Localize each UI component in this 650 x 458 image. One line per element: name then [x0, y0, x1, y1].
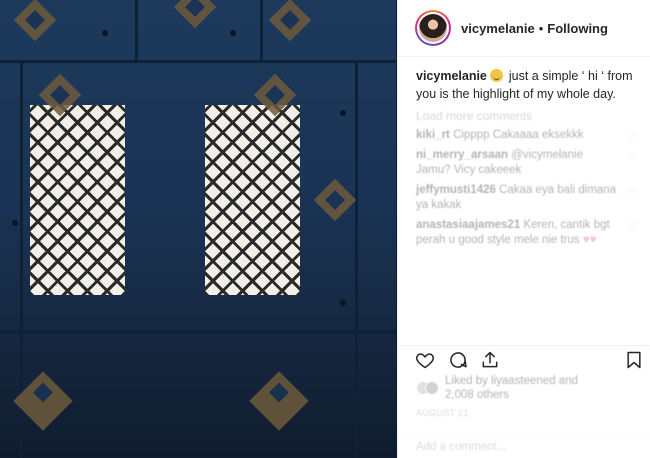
- door-panel-line: [355, 60, 358, 458]
- comment-like-heart-icon[interactable]: ♡: [628, 186, 638, 201]
- lattice-window-left: [30, 105, 125, 295]
- comment-like-heart-icon[interactable]: ♡: [628, 151, 638, 166]
- add-comment-input[interactable]: Add a comment...: [398, 432, 650, 458]
- comment-item: ni_merry_arsaan @vicymelanie Jamu? Vicy …: [398, 143, 650, 178]
- heart-icon[interactable]: [415, 350, 435, 370]
- door-stud: [102, 30, 108, 36]
- heart-eyes-emoji-icon: ♥♥: [582, 234, 597, 246]
- door-stud: [340, 110, 346, 116]
- door-panel-line: [0, 60, 397, 63]
- post-timestamp[interactable]: AUGUST 21: [416, 408, 469, 418]
- caption-username[interactable]: vicymelanie: [416, 69, 487, 83]
- door-stud: [12, 220, 18, 226]
- post-side-panel: vicymelanie • Following vicymelanie just…: [397, 0, 650, 458]
- post-caption: vicymelanie just a simple ‘ hi ‘ from yo…: [398, 57, 650, 103]
- avatar-image: [419, 14, 447, 42]
- post-header: vicymelanie • Following: [398, 0, 650, 57]
- comment-username[interactable]: kiki_rt: [416, 129, 450, 141]
- smiling-emoji-icon: [490, 69, 504, 82]
- comment-item: jeffymusti1426 Cakaa eya bali dimana ya …: [398, 178, 650, 213]
- post-actions-bar: [398, 345, 650, 371]
- header-separator: •: [538, 20, 544, 36]
- door-stud: [230, 30, 236, 36]
- door-panel-line: [0, 330, 397, 334]
- comment-username[interactable]: anastasiaajames21: [416, 219, 520, 231]
- comment-text: Cipppp Cakaaaa eksekkk: [449, 129, 584, 141]
- bookmark-icon[interactable]: [624, 350, 644, 370]
- door-panel-line: [260, 0, 263, 60]
- comment-username[interactable]: jeffymusti1426: [416, 184, 496, 196]
- avatar[interactable]: [415, 10, 451, 46]
- share-icon[interactable]: [480, 350, 500, 370]
- comment-icon[interactable]: [448, 350, 468, 370]
- likes-text: Liked by liyaasteened and 2,008 others: [445, 375, 578, 401]
- following-button[interactable]: Following: [547, 21, 608, 36]
- comment-item: kiki_rt Cipppp Cakaaaa eksekkk ♡: [398, 123, 650, 144]
- door-panel-line: [135, 0, 138, 60]
- comment-item: anastasiaajames21 Keren, cantik bgt pera…: [398, 213, 650, 248]
- header-username[interactable]: vicymelanie: [461, 21, 535, 36]
- load-more-comments-link[interactable]: Load more comments: [398, 103, 650, 123]
- door-stud: [340, 300, 346, 306]
- likes-summary[interactable]: Liked by liyaasteened and 2,008 others: [416, 374, 585, 402]
- avatar-border: [417, 12, 449, 44]
- lattice-window-right: [205, 105, 300, 295]
- faded-comments-region: Load more comments kiki_rt Cipppp Cakaaa…: [398, 103, 650, 248]
- post-photo[interactable]: [0, 0, 397, 458]
- liker-avatar: [425, 381, 439, 395]
- comment-username[interactable]: ni_merry_arsaan: [416, 149, 508, 161]
- comment-like-heart-icon[interactable]: ♡: [628, 221, 638, 236]
